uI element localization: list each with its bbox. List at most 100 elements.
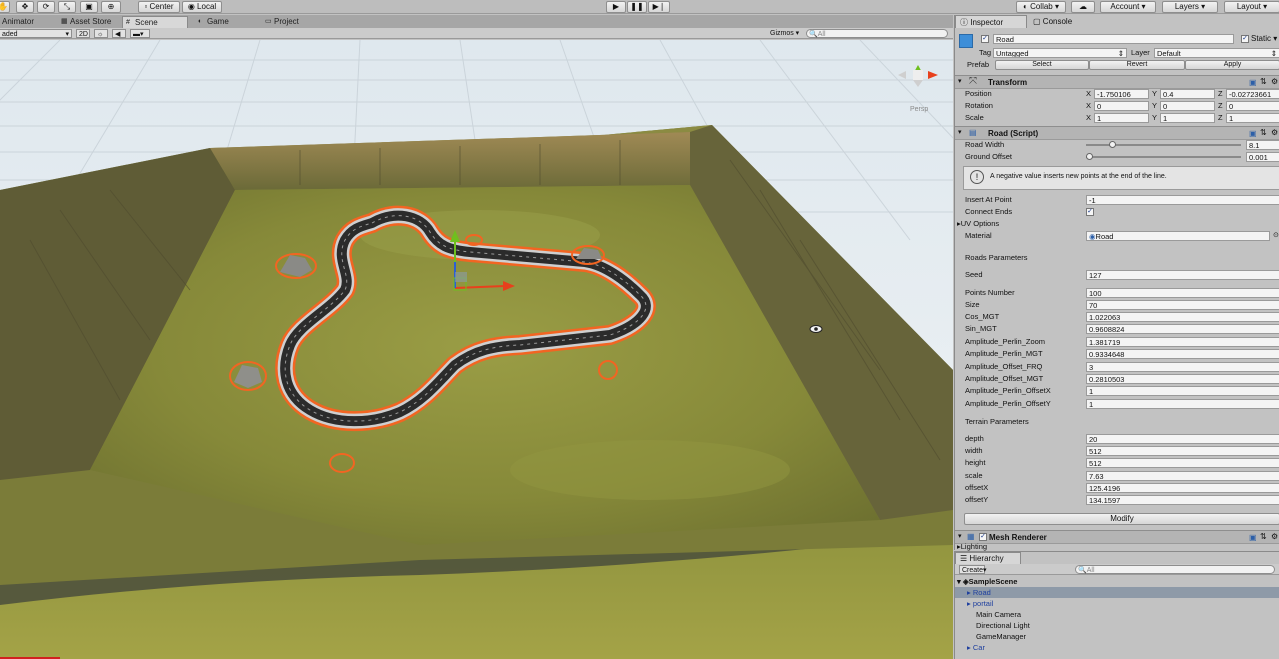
depth-field[interactable]: 20 <box>1086 434 1279 444</box>
scene-search-input[interactable]: 🔍All <box>806 29 948 38</box>
hierarchy-item-road[interactable]: ▸ Road <box>955 587 1279 598</box>
tab-hierarchy[interactable]: ☰ Hierarchy <box>955 552 1021 564</box>
collab-button[interactable]: ◐ Collab ▾ <box>1016 1 1066 13</box>
effects-dropdown[interactable]: ▬▾ <box>130 29 150 38</box>
height-field[interactable]: 512 <box>1086 458 1279 468</box>
tab-inspector[interactable]: ⓘ Inspector <box>955 15 1027 28</box>
lighting-toggle[interactable]: ☼ <box>94 29 108 38</box>
layers-dropdown[interactable]: Layers ▾ <box>1162 1 1218 13</box>
gear-icon[interactable]: ⚙ <box>1271 532 1278 541</box>
pause-button[interactable]: ❚❚ <box>627 1 647 13</box>
points-number-field[interactable]: 100 <box>1086 288 1279 298</box>
slider-thumb[interactable] <box>1108 141 1116 148</box>
position-z-field[interactable]: -0.02723661 <box>1226 89 1279 99</box>
gizmos-dropdown[interactable]: Gizmos ▾ <box>768 29 802 38</box>
static-label[interactable]: Static ▾ <box>1251 33 1277 45</box>
mode-2d-toggle[interactable]: 2D <box>76 29 90 38</box>
offsety-field[interactable]: 134.1597 <box>1086 495 1279 505</box>
step-button[interactable]: ▶❘ <box>648 1 670 13</box>
uv-options-foldout[interactable]: ▸UV Options <box>957 218 999 230</box>
road-script-header[interactable]: ▾ ▤ Road (Script) ▣ ⇅ ⚙ <box>955 126 1279 140</box>
tab-game[interactable]: ◐ Game <box>195 16 255 28</box>
help-icon[interactable]: ▣ <box>1249 129 1257 138</box>
amplitude-perlin-mgt-field[interactable]: 0.9334648 <box>1086 349 1279 359</box>
offsetx-field[interactable]: 125.4196 <box>1086 483 1279 493</box>
tab-project[interactable]: ▭ Project <box>262 16 322 28</box>
hierarchy-search-input[interactable]: 🔍All <box>1075 565 1275 574</box>
help-icon[interactable]: ▣ <box>1249 533 1257 542</box>
ground-offset-field[interactable]: 0.001 <box>1246 152 1279 162</box>
persp-label[interactable]: Persp <box>910 106 928 113</box>
position-y-field[interactable]: 0.4 <box>1160 89 1215 99</box>
scale-z-field[interactable]: 1 <box>1226 113 1279 123</box>
tab-asset-store[interactable]: ▦ Asset Store <box>58 16 120 28</box>
amplitude-perlin-offsety-field[interactable]: 1 <box>1086 399 1279 409</box>
transform-header[interactable]: ▾ ⤧ Transform ▣ ⇅ ⚙ <box>955 75 1279 89</box>
static-checkbox[interactable]: ✓ <box>1241 35 1249 43</box>
hand-tool-icon[interactable]: ✋ <box>0 1 10 13</box>
layout-dropdown[interactable]: Layout ▾ <box>1224 1 1279 13</box>
seed-field[interactable]: 127 <box>1086 270 1279 280</box>
settings-icon[interactable]: ⇅ <box>1260 128 1267 137</box>
prefab-select-button[interactable]: Select <box>995 60 1089 70</box>
rotation-x-field[interactable]: 0 <box>1094 101 1149 111</box>
ground-offset-slider[interactable] <box>1086 153 1241 160</box>
audio-toggle[interactable]: ◀ <box>112 29 126 38</box>
hierarchy-item-portail[interactable]: ▸ portail <box>967 598 993 609</box>
scale-tool-icon[interactable]: ⤡ <box>58 1 76 13</box>
amplitude-perlin-zoom-field[interactable]: 1.381719 <box>1086 337 1279 347</box>
sin-mgt-field[interactable]: 0.9608824 <box>1086 324 1279 334</box>
tab-animator[interactable]: Animator <box>0 16 52 28</box>
gear-icon[interactable]: ⚙ <box>1271 77 1278 86</box>
scene-root[interactable]: ▾ ◈SampleScene <box>957 576 1017 587</box>
road-width-slider[interactable] <box>1086 141 1241 148</box>
insert-at-point-field[interactable]: -1 <box>1086 195 1279 205</box>
cloud-button[interactable]: ☁ <box>1071 1 1095 13</box>
rect-tool-icon[interactable]: ▣ <box>80 1 98 13</box>
amplitude-perlin-offsetx-field[interactable]: 1 <box>1086 386 1279 396</box>
pivot-center-button[interactable]: ▫ Center <box>138 1 180 13</box>
play-button[interactable]: ▶ <box>606 1 626 13</box>
scale-x-field[interactable]: 1 <box>1094 113 1149 123</box>
modify-button[interactable]: Modify <box>964 513 1279 525</box>
amplitude-offset-mgt-field[interactable]: 0.2810503 <box>1086 374 1279 384</box>
material-field[interactable]: ◉Road <box>1086 231 1270 241</box>
connect-ends-checkbox[interactable]: ✓ <box>1086 208 1094 216</box>
active-checkbox[interactable]: ✓ <box>981 35 989 43</box>
gear-icon[interactable]: ⚙ <box>1271 128 1278 137</box>
lighting-foldout[interactable]: ▸Lighting <box>957 542 987 551</box>
position-x-field[interactable]: -1.750106 <box>1094 89 1149 99</box>
scale-field[interactable]: 7.63 <box>1086 471 1279 481</box>
move-tool-icon[interactable]: ✥ <box>16 1 34 13</box>
hierarchy-item-directional-light[interactable]: Directional Light <box>976 620 1030 631</box>
create-dropdown[interactable]: Create▾ <box>959 565 987 574</box>
layer-dropdown[interactable]: Default ⇕ <box>1154 48 1279 58</box>
mesh-renderer-header[interactable]: ▾ ▦ ✓ Mesh Renderer ▣ ⇅ ⚙ <box>955 530 1279 544</box>
hierarchy-item-gamemanager[interactable]: GameManager <box>976 631 1026 642</box>
settings-icon[interactable]: ⇅ <box>1260 532 1267 541</box>
mesh-renderer-checkbox[interactable]: ✓ <box>979 533 987 541</box>
tab-console[interactable]: ▢ Console <box>1029 15 1089 28</box>
hierarchy-item-car[interactable]: ▸ Car <box>967 642 985 653</box>
pivot-local-button[interactable]: ◉ Local <box>182 1 222 13</box>
settings-icon[interactable]: ⇅ <box>1260 77 1267 86</box>
amplitude-offset-frq-field[interactable]: 3 <box>1086 362 1279 372</box>
transform-tool-icon[interactable]: ⊕ <box>101 1 121 13</box>
account-dropdown[interactable]: Account ▾ <box>1100 1 1156 13</box>
size-field[interactable]: 70 <box>1086 300 1279 310</box>
hierarchy-item-main-camera[interactable]: Main Camera <box>976 609 1021 620</box>
width-field[interactable]: 512 <box>1086 446 1279 456</box>
object-name-field[interactable]: Road <box>993 34 1234 44</box>
slider-thumb[interactable] <box>1086 153 1093 160</box>
prefab-revert-button[interactable]: Revert <box>1089 60 1185 70</box>
object-picker-icon[interactable]: ⊙ <box>1273 231 1279 239</box>
tab-scene[interactable]: # Scene <box>122 16 188 28</box>
prefab-apply-button[interactable]: Apply <box>1185 60 1279 70</box>
rotate-tool-icon[interactable]: ⟳ <box>37 1 55 13</box>
rotation-y-field[interactable]: 0 <box>1160 101 1215 111</box>
cos-mgt-field[interactable]: 1.022063 <box>1086 312 1279 322</box>
scale-y-field[interactable]: 1 <box>1160 113 1215 123</box>
help-icon[interactable]: ▣ <box>1249 78 1257 87</box>
tag-dropdown[interactable]: Untagged ⇕ <box>993 48 1127 58</box>
road-width-field[interactable]: 8.1 <box>1246 140 1279 150</box>
